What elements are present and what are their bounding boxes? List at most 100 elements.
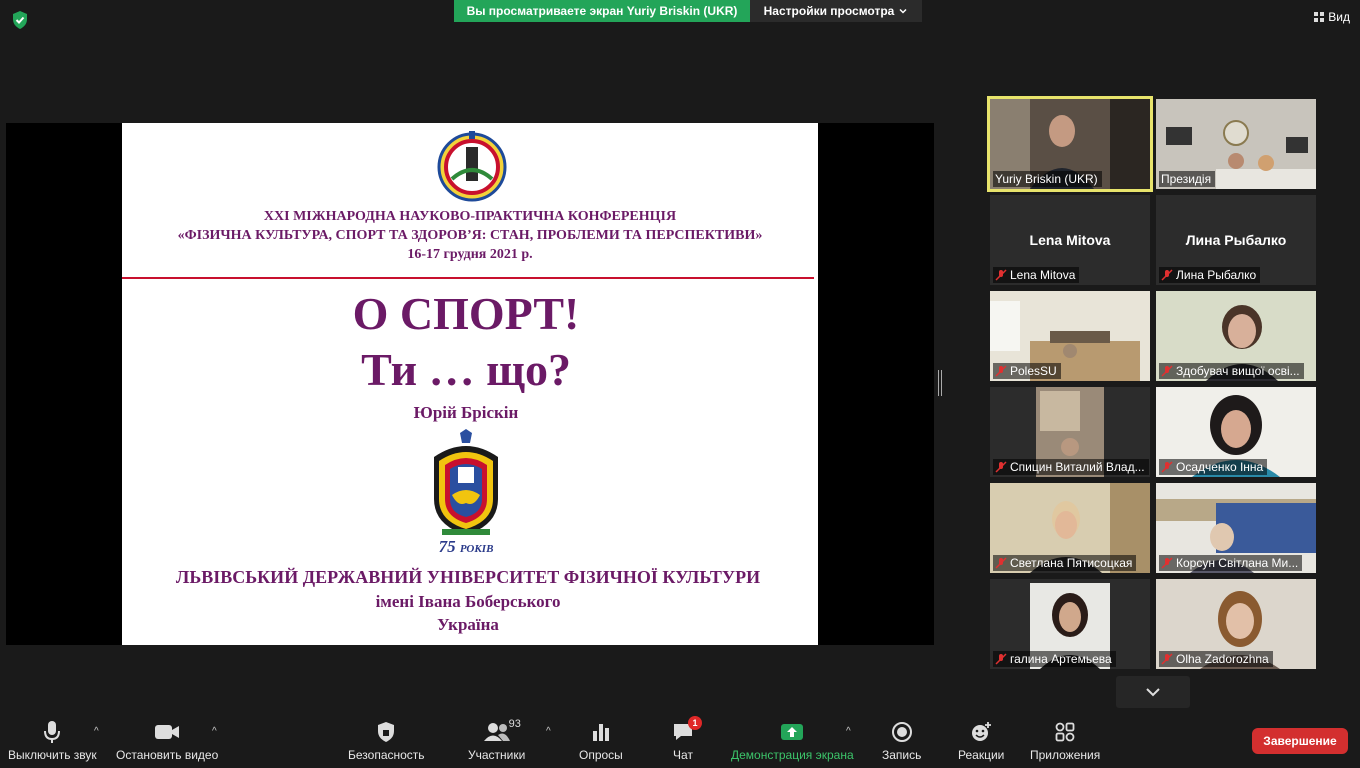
video-tile[interactable]: PolesSU [990, 291, 1150, 381]
video-tile[interactable]: Lena Mitova Lena Mitova [990, 195, 1150, 285]
participants-icon [483, 723, 510, 741]
shared-screen: XXI МІЖНАРОДНА НАУКОВО-ПРАКТИЧНА КОНФЕРЕ… [6, 123, 934, 645]
shield-icon [378, 722, 395, 742]
reactions-label: Реакции [958, 748, 1005, 762]
presentation-slide: XXI МІЖНАРОДНА НАУКОВО-ПРАКТИЧНА КОНФЕРЕ… [122, 123, 818, 645]
university-name: ЛЬВІВСЬКИЙ ДЕРЖАВНИЙ УНІВЕРСИТЕТ ФІЗИЧНО… [175, 567, 761, 587]
view-options-dropdown[interactable]: Настройки просмотра [750, 0, 922, 22]
share-screen-label: Демонстрация экрана [731, 748, 854, 762]
participant-label: Olha Zadorozhna [1159, 651, 1273, 667]
university-coat-of-arms [434, 429, 498, 535]
mic-muted-icon [1161, 269, 1173, 281]
video-tile[interactable]: Лина Рыбалко Лина Рыбалко [1156, 195, 1316, 285]
security-label: Безопасность [348, 748, 425, 762]
participant-label: Lena Mitova [993, 267, 1080, 283]
chevron-down-icon [899, 8, 907, 14]
video-tile[interactable]: Светлана Пятисоцкая [990, 483, 1150, 573]
slide-headline-1: О СПОРТ! [352, 288, 580, 339]
view-button-label: Вид [1328, 10, 1350, 24]
participant-label: Спицин Виталий Влад... [993, 459, 1149, 475]
participant-name-card: Lena Mitova [1029, 232, 1111, 248]
participant-label: PolesSU [993, 363, 1061, 379]
apps-icon [1055, 722, 1075, 742]
shield-icon[interactable] [10, 10, 30, 30]
end-meeting-button[interactable]: Завершение [1252, 728, 1348, 754]
share-screen-icon [781, 724, 804, 740]
security-button[interactable]: Безопасность [348, 720, 425, 762]
mute-button[interactable]: Выключить звук [8, 720, 97, 762]
mic-muted-icon [995, 557, 1007, 569]
anniversary-word: РОКІВ [459, 543, 494, 555]
stop-video-button[interactable]: Остановить видео [116, 720, 218, 762]
screen-share-banner: Вы просматриваете экран Yuriy Briskin (U… [454, 0, 750, 22]
video-tile[interactable]: галина Артемьева [990, 579, 1150, 669]
participant-label: Корсун Світлана Ми... [1159, 555, 1303, 571]
anniversary-number: 75 [438, 537, 456, 556]
mic-muted-icon [995, 653, 1007, 665]
share-options-caret[interactable]: ^ [846, 726, 851, 737]
conference-dates: 16-17 грудня 2021 р. [407, 247, 533, 262]
anniversary-label: 75 РОКІВ [422, 537, 510, 557]
video-tile[interactable]: Президія [1156, 99, 1316, 189]
mic-muted-icon [1161, 365, 1173, 377]
share-screen-button[interactable]: Демонстрация экрана [731, 720, 854, 762]
video-tile[interactable]: Спицин Виталий Влад... [990, 387, 1150, 477]
apps-button[interactable]: Приложения [1030, 720, 1100, 762]
participants-options-caret[interactable]: ^ [546, 726, 551, 737]
video-tile[interactable]: Осадченко Інна [1156, 387, 1316, 477]
mic-muted-icon [995, 461, 1007, 473]
audio-options-caret[interactable]: ^ [94, 726, 99, 737]
microphone-icon [44, 721, 61, 743]
record-label: Запись [882, 748, 922, 762]
polls-button[interactable]: Опросы [579, 720, 623, 762]
participant-label: Осадченко Інна [1159, 459, 1268, 475]
conference-theme: «ФІЗИЧНА КУЛЬТУРА, СПОРТ ТА ЗДОРОВ’Я: СТ… [177, 228, 763, 243]
reactions-button[interactable]: Реакции [958, 720, 1004, 762]
mic-muted-icon [1161, 461, 1173, 473]
video-tile[interactable]: Корсун Світлана Ми... [1156, 483, 1316, 573]
video-camera-icon [155, 725, 180, 739]
mic-muted-icon [995, 365, 1007, 377]
stop-video-label: Остановить видео [116, 748, 219, 762]
slide-author: Юрій Бріскін [413, 403, 519, 422]
conference-title: XXI МІЖНАРОДНА НАУКОВО-ПРАКТИЧНА КОНФЕРЕ… [263, 209, 677, 224]
panel-resize-handle[interactable] [938, 370, 942, 396]
participants-count: 93 [508, 718, 521, 730]
video-tile[interactable]: Yuriy Briskin (UKR) [987, 96, 1153, 192]
chat-button[interactable]: 1 Чат [672, 716, 702, 762]
video-tile[interactable]: Здобувач вищої осві... [1156, 291, 1316, 381]
bar-chart-icon [592, 724, 609, 741]
participant-label: галина Артемьева [993, 651, 1116, 667]
chat-unread-badge: 1 [688, 716, 702, 730]
record-button[interactable]: Запись [882, 720, 921, 762]
chat-label: Чат [673, 748, 693, 762]
participant-label: Yuriy Briskin (UKR) [993, 171, 1102, 187]
smiley-icon [972, 722, 992, 741]
mic-muted-icon [995, 269, 1007, 281]
grid-icon [1314, 12, 1325, 22]
mic-muted-icon [1161, 653, 1173, 665]
participant-label: Президія [1159, 171, 1216, 187]
video-options-caret[interactable]: ^ [212, 726, 217, 737]
participant-label: Лина Рыбалко [1159, 267, 1261, 283]
university-named-after: імені Івана Боберського [375, 592, 561, 611]
record-icon [891, 722, 912, 742]
mute-label: Выключить звук [8, 748, 97, 762]
polls-label: Опросы [579, 748, 623, 762]
participants-button[interactable]: 93 Участники [468, 718, 526, 762]
participants-label: Участники [468, 748, 526, 762]
view-options-label: Настройки просмотра [763, 4, 895, 18]
slide-headline-2: Ти … що? [361, 344, 571, 395]
chevron-down-icon [1146, 688, 1160, 697]
participant-label: Здобувач вищої осві... [1159, 363, 1304, 379]
apps-label: Приложения [1030, 748, 1101, 762]
video-tile[interactable]: Olha Zadorozhna [1156, 579, 1316, 669]
slide-divider [122, 277, 814, 279]
participant-name-card: Лина Рыбалко [1185, 232, 1287, 248]
participant-label: Светлана Пятисоцкая [993, 555, 1137, 571]
gallery-scroll-down-button[interactable] [1116, 676, 1190, 708]
mic-muted-icon [1161, 557, 1173, 569]
university-country: Україна [437, 615, 499, 634]
view-button[interactable]: Вид [1314, 10, 1350, 24]
conference-emblem [437, 131, 507, 202]
